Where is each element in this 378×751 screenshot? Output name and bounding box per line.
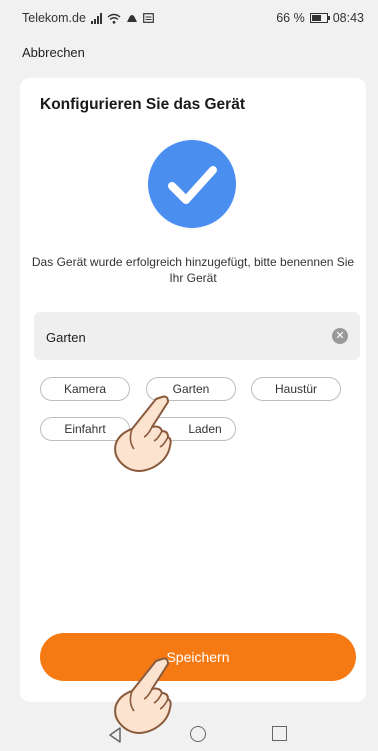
- success-badge: [148, 140, 236, 228]
- save-button[interactable]: Speichern: [40, 633, 356, 681]
- wifi-icon: [107, 13, 121, 24]
- page-title: Konfigurieren Sie das Gerät: [40, 96, 245, 113]
- device-name-input[interactable]: [44, 312, 328, 362]
- cloud-icon: [126, 14, 137, 22]
- message-icon: [143, 13, 154, 23]
- status-bar-left: Telekom.de: [22, 11, 154, 25]
- battery-percent: 66 %: [276, 11, 305, 25]
- recent-apps-icon[interactable]: [272, 726, 287, 741]
- signal-icon: [90, 12, 102, 24]
- status-bar: Telekom.de 66 % 08:43: [0, 0, 378, 36]
- clear-input-icon[interactable]: ✕: [332, 328, 348, 344]
- carrier-name: Telekom.de: [22, 11, 86, 25]
- suggestion-chip-haustuer[interactable]: Haustür: [251, 377, 341, 401]
- back-icon[interactable]: [108, 727, 122, 743]
- device-name-field: ✕: [34, 312, 360, 362]
- checkmark-icon: [168, 166, 217, 204]
- success-message: Das Gerät wurde erfolgreich hinzugefügt,…: [31, 255, 355, 285]
- configure-device-card: Konfigurieren Sie das Gerät Das Gerät wu…: [20, 78, 366, 702]
- clock: 08:43: [332, 11, 364, 25]
- pointing-hand-icon: [114, 395, 172, 472]
- status-bar-right: 66 % 08:43: [276, 11, 364, 25]
- home-icon[interactable]: [190, 726, 206, 742]
- battery-icon: [309, 13, 330, 23]
- navigation-bar: [0, 718, 378, 751]
- cancel-button[interactable]: Abbrechen: [22, 45, 85, 60]
